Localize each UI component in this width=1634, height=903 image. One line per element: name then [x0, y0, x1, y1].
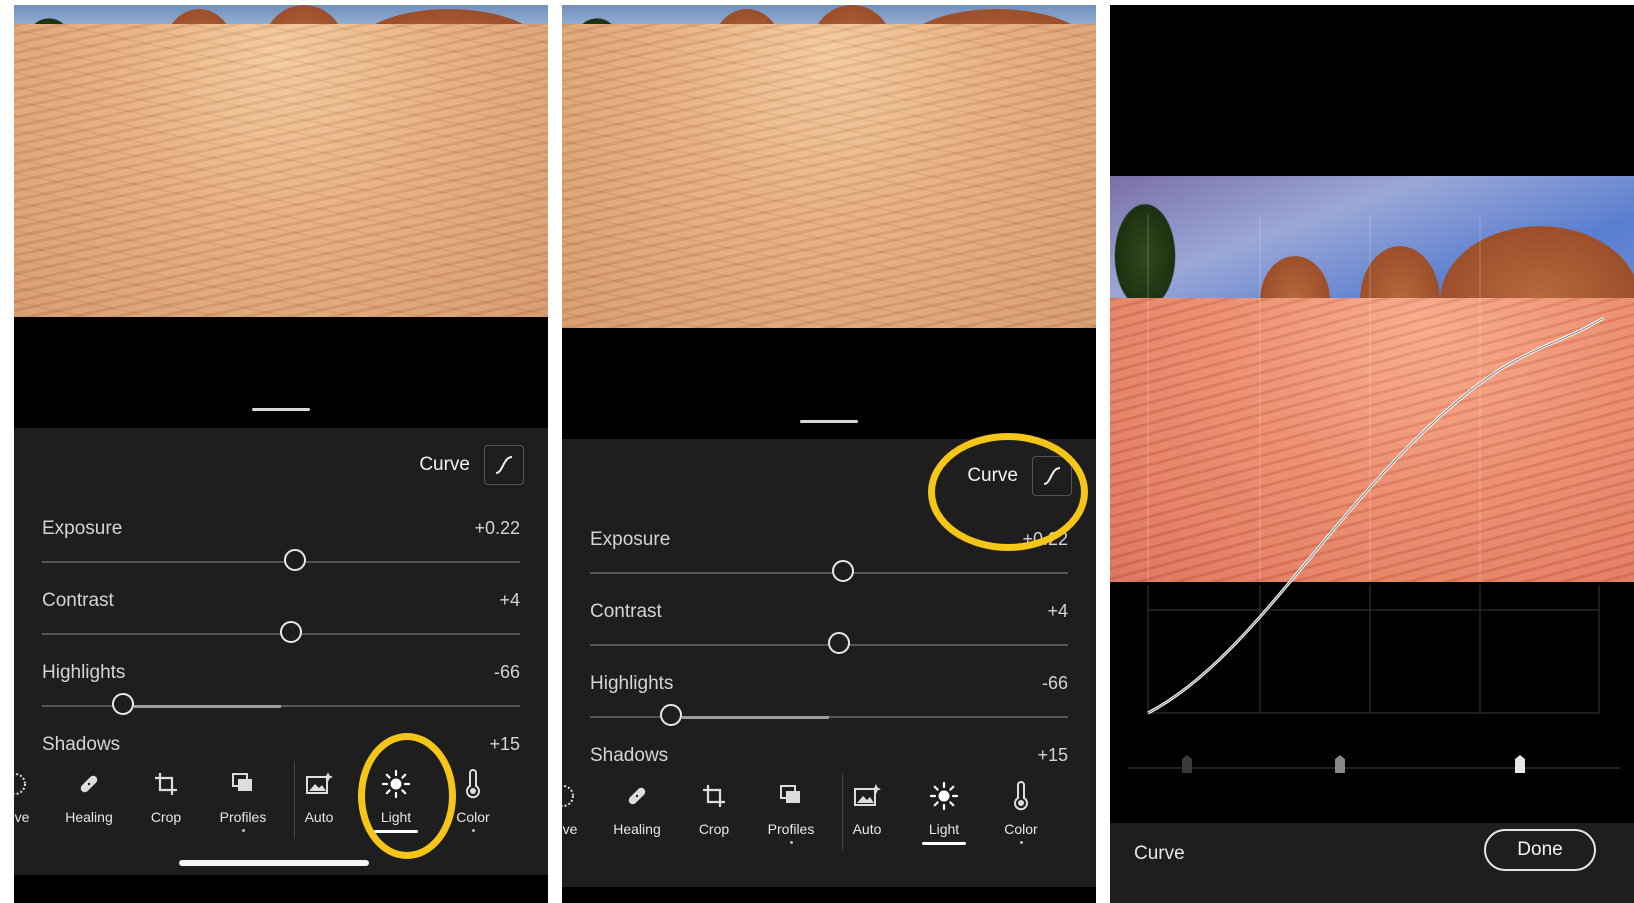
- tool-label: Light: [928, 821, 960, 837]
- tool-label: Profiles: [767, 821, 815, 837]
- bottom-toolbar: ctive Healing Crop Profiles Auto Light C…: [14, 755, 548, 875]
- slider-thumb[interactable]: [279, 621, 302, 643]
- slider-label: Contrast: [590, 601, 662, 622]
- bandage-icon: [80, 775, 98, 793]
- slider-label: Contrast: [42, 590, 114, 611]
- auto-icon: [306, 772, 333, 794]
- sheet-handle[interactable]: [800, 420, 858, 423]
- slider-value: +4: [499, 590, 520, 610]
- tool-color[interactable]: Color: [984, 777, 1058, 844]
- photo-preview[interactable]: [14, 5, 548, 317]
- screen-2: Curve Exposure +0.22 Contrast +4 Highlig…: [562, 5, 1096, 903]
- tool-auto[interactable]: Auto: [830, 777, 904, 837]
- done-button[interactable]: Done: [1484, 829, 1596, 871]
- slider-thumb[interactable]: [827, 632, 850, 654]
- tool-healing[interactable]: Healing: [52, 765, 126, 825]
- profiles-icon: [232, 773, 252, 791]
- tool-label: ctive: [562, 821, 578, 837]
- auto-icon: [854, 784, 881, 806]
- tool-crop[interactable]: Crop: [677, 777, 751, 837]
- thermometer-icon: [466, 769, 480, 799]
- crop-icon: [703, 785, 725, 807]
- tool-selective[interactable]: ctive: [14, 765, 52, 825]
- tool-label: Crop: [150, 809, 182, 825]
- tool-label: Auto: [852, 821, 882, 837]
- profiles-icon: [780, 785, 800, 803]
- home-indicator[interactable]: [179, 860, 369, 866]
- curve-bottom-bar: Curve Done: [1110, 823, 1634, 903]
- selective-icon: [14, 773, 26, 795]
- tool-auto[interactable]: Auto: [282, 765, 356, 825]
- curve-label: Curve: [419, 454, 470, 475]
- slider-value: +15: [489, 734, 520, 754]
- slider-thumb[interactable]: [832, 560, 855, 582]
- tool-label: Auto: [304, 809, 334, 825]
- midpoint-handle: [1335, 755, 1345, 773]
- selective-icon: [562, 785, 574, 807]
- crop-icon: [155, 773, 177, 795]
- contrast-slider[interactable]: Contrast +4: [590, 601, 1068, 663]
- slider-label: Exposure: [590, 529, 671, 550]
- tool-healing[interactable]: Healing: [600, 777, 674, 837]
- slider-track: [590, 572, 1068, 574]
- tool-profiles[interactable]: Profiles: [754, 777, 828, 844]
- tool-label: Color: [1004, 821, 1038, 837]
- slider-label: Shadows: [42, 734, 121, 755]
- bandage-icon: [628, 787, 646, 805]
- black-point-handle: [1182, 755, 1192, 773]
- slider-thumb[interactable]: [112, 693, 135, 715]
- highlight-ring: [358, 733, 456, 859]
- tone-curve-editor[interactable]: [1110, 5, 1634, 903]
- highlights-slider[interactable]: Highlights -66: [590, 673, 1068, 735]
- slider-fill: [682, 716, 829, 719]
- slider-thumb[interactable]: [284, 549, 307, 571]
- tool-label: Healing: [613, 821, 661, 837]
- sheet-handle[interactable]: [252, 408, 310, 411]
- tool-label: Crop: [698, 821, 730, 837]
- curve-title: Curve: [1134, 843, 1185, 864]
- tool-label: Healing: [65, 809, 113, 825]
- slider-thumb[interactable]: [660, 704, 683, 726]
- sun-icon: [929, 781, 959, 811]
- curve-button[interactable]: [484, 445, 524, 485]
- slider-track: [42, 561, 520, 563]
- slider-value: +15: [1037, 745, 1068, 765]
- active-indicator: [922, 842, 966, 845]
- slider-label: Highlights: [42, 662, 126, 683]
- bottom-toolbar: ctive Healing Crop Profiles Auto Light C…: [562, 767, 1096, 887]
- curve-icon: [495, 456, 513, 474]
- screen-1: Curve Exposure +0.22 Contrast +4 Highlig…: [14, 5, 548, 903]
- contrast-slider[interactable]: Contrast +4: [42, 590, 520, 652]
- light-panel: Curve Exposure +0.22 Contrast +4 Highlig…: [14, 428, 548, 760]
- tool-light[interactable]: Light: [907, 777, 981, 845]
- slider-label: Highlights: [590, 673, 674, 694]
- tool-selective[interactable]: ctive: [562, 777, 600, 837]
- tool-profiles[interactable]: Profiles: [206, 765, 280, 832]
- slider-value: +0.22: [474, 518, 520, 538]
- exposure-slider[interactable]: Exposure +0.22: [42, 518, 520, 580]
- slider-label: Shadows: [590, 745, 669, 766]
- slider-fill: [134, 705, 281, 708]
- slider-value: +4: [1047, 601, 1068, 621]
- thermometer-icon: [1014, 781, 1028, 811]
- highlights-slider[interactable]: Highlights -66: [42, 662, 520, 724]
- photo-preview[interactable]: [562, 5, 1096, 328]
- tool-label: ctive: [14, 809, 30, 825]
- slider-label: Exposure: [42, 518, 123, 539]
- slider-value: -66: [1041, 673, 1068, 693]
- screen-3: Curve Done: [1110, 5, 1634, 903]
- highlight-ring: [928, 433, 1088, 551]
- slider-value: -66: [493, 662, 520, 682]
- tool-label: Profiles: [219, 809, 267, 825]
- tone-curve-line: [1147, 316, 1605, 715]
- white-point-handle: [1515, 755, 1525, 773]
- tool-crop[interactable]: Crop: [129, 765, 203, 825]
